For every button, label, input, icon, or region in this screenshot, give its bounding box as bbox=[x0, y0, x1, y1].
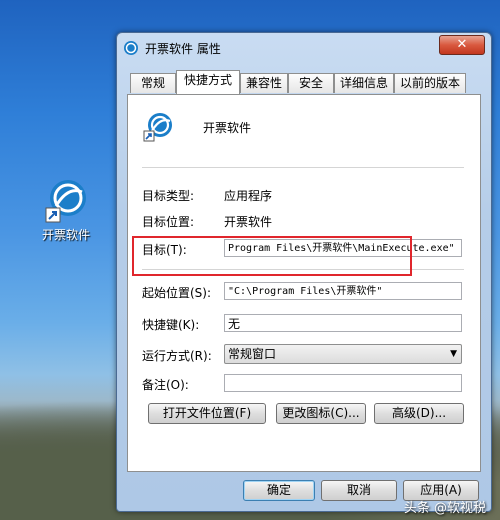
comment-input[interactable] bbox=[224, 374, 462, 392]
desktop-shortcut-label: 开票软件 bbox=[41, 228, 90, 242]
separator bbox=[142, 167, 464, 168]
start-in-input[interactable]: "C:\Program Files\开票软件" bbox=[224, 282, 462, 300]
desktop-shortcut-icon[interactable]: 开票软件 bbox=[36, 176, 96, 243]
close-button[interactable]: ✕ bbox=[439, 35, 485, 55]
program-name: 开票软件 bbox=[203, 121, 252, 135]
ok-button[interactable]: 确定 bbox=[243, 480, 315, 501]
app-logo-icon bbox=[45, 180, 86, 223]
app-logo-icon bbox=[124, 41, 138, 55]
tab-security[interactable]: 安全 bbox=[288, 73, 334, 93]
watermark: 头条 @软视税 bbox=[403, 501, 486, 516]
program-icon bbox=[143, 113, 172, 142]
target-type-value: 应用程序 bbox=[224, 189, 273, 203]
advanced-button[interactable]: 高级(D)... bbox=[374, 403, 464, 424]
shortcut-key-label: 快捷键(K): bbox=[142, 318, 200, 332]
highlight-box bbox=[132, 236, 412, 276]
run-select[interactable]: 常规窗口 ▼ bbox=[224, 344, 462, 364]
run-label: 运行方式(R): bbox=[142, 349, 212, 363]
window-title: 开票软件 属性 bbox=[145, 42, 221, 56]
run-select-value: 常规窗口 bbox=[228, 347, 277, 361]
start-in-label: 起始位置(S): bbox=[142, 286, 212, 300]
tab-previous-versions[interactable]: 以前的版本 bbox=[394, 73, 466, 93]
shortcut-key-input[interactable]: 无 bbox=[224, 314, 462, 332]
shortcut-panel: 开票软件 目标类型: 应用程序 目标位置: 开票软件 目标(T): Progra… bbox=[127, 94, 481, 472]
change-icon-button[interactable]: 更改图标(C)... bbox=[276, 403, 366, 424]
target-location-label: 目标位置: bbox=[142, 215, 195, 229]
tab-compatibility[interactable]: 兼容性 bbox=[240, 73, 288, 93]
tab-shortcut[interactable]: 快捷方式 bbox=[176, 70, 240, 94]
chevron-down-icon: ▼ bbox=[450, 349, 457, 359]
cancel-button[interactable]: 取消 bbox=[321, 480, 397, 501]
target-type-label: 目标类型: bbox=[142, 189, 195, 203]
comment-label: 备注(O): bbox=[142, 378, 189, 392]
target-location-value: 开票软件 bbox=[224, 215, 273, 229]
open-file-location-button[interactable]: 打开文件位置(F) bbox=[148, 403, 266, 424]
title-bar[interactable]: 开票软件 属性 ✕ bbox=[117, 33, 491, 63]
tab-details[interactable]: 详细信息 bbox=[334, 73, 394, 93]
tab-general[interactable]: 常规 bbox=[130, 73, 176, 93]
